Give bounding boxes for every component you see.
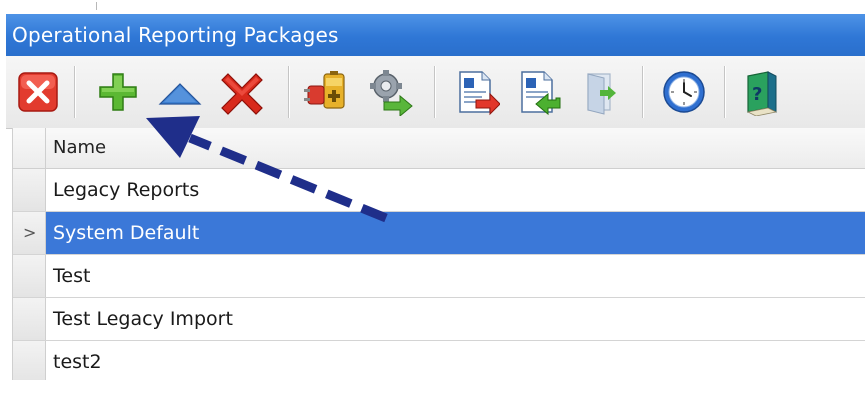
window-title: Operational Reporting Packages (6, 14, 865, 56)
row-selector-header (13, 128, 46, 168)
svg-text:?: ? (752, 84, 762, 105)
export-report-icon[interactable] (452, 68, 500, 116)
row-selector[interactable] (13, 298, 46, 340)
table-row[interactable]: test2 (13, 341, 865, 384)
row-selector[interactable] (13, 255, 46, 297)
move-up-triangle-icon[interactable] (156, 68, 204, 116)
table-row[interactable]: Legacy Reports (13, 169, 865, 212)
row-name-cell[interactable]: System Default (53, 212, 199, 254)
clock-icon[interactable] (660, 68, 708, 116)
close-red-square-icon[interactable] (14, 68, 62, 116)
import-report-icon[interactable] (514, 68, 562, 116)
delete-x-icon[interactable] (218, 68, 266, 116)
toolbar-separator (724, 66, 726, 118)
toolbar-separator (434, 66, 436, 118)
toolbar-separator (288, 66, 290, 118)
table-row-selected[interactable]: > System Default (13, 212, 865, 255)
plugin-battery-icon[interactable] (304, 68, 352, 116)
row-selector[interactable] (13, 341, 46, 383)
row-name-cell[interactable]: Test (53, 255, 90, 297)
table-row[interactable]: Test Legacy Import (13, 298, 865, 341)
column-header-name[interactable]: Name (53, 128, 106, 168)
row-name-cell[interactable]: test2 (53, 341, 102, 383)
row-name-cell[interactable]: Test Legacy Import (53, 298, 233, 340)
top-strip (0, 0, 865, 14)
splitter-mark (96, 2, 97, 10)
add-plus-icon[interactable] (94, 68, 142, 116)
row-selector[interactable] (13, 169, 46, 211)
toolbar-separator (642, 66, 644, 118)
gear-arrow-icon[interactable] (366, 68, 414, 116)
packages-grid: Name Legacy Reports > System Default Tes… (12, 128, 865, 384)
toolbar: ? (6, 56, 865, 129)
toolbar-separator (74, 66, 76, 118)
exit-door-icon[interactable] (576, 68, 624, 116)
current-row-indicator-icon: > (23, 223, 37, 242)
grid-empty-area (12, 380, 865, 403)
grid-header: Name (13, 128, 865, 169)
help-book-icon[interactable]: ? (738, 68, 786, 116)
row-selector[interactable]: > (13, 212, 46, 254)
row-name-cell[interactable]: Legacy Reports (53, 169, 199, 211)
table-row[interactable]: Test (13, 255, 865, 298)
